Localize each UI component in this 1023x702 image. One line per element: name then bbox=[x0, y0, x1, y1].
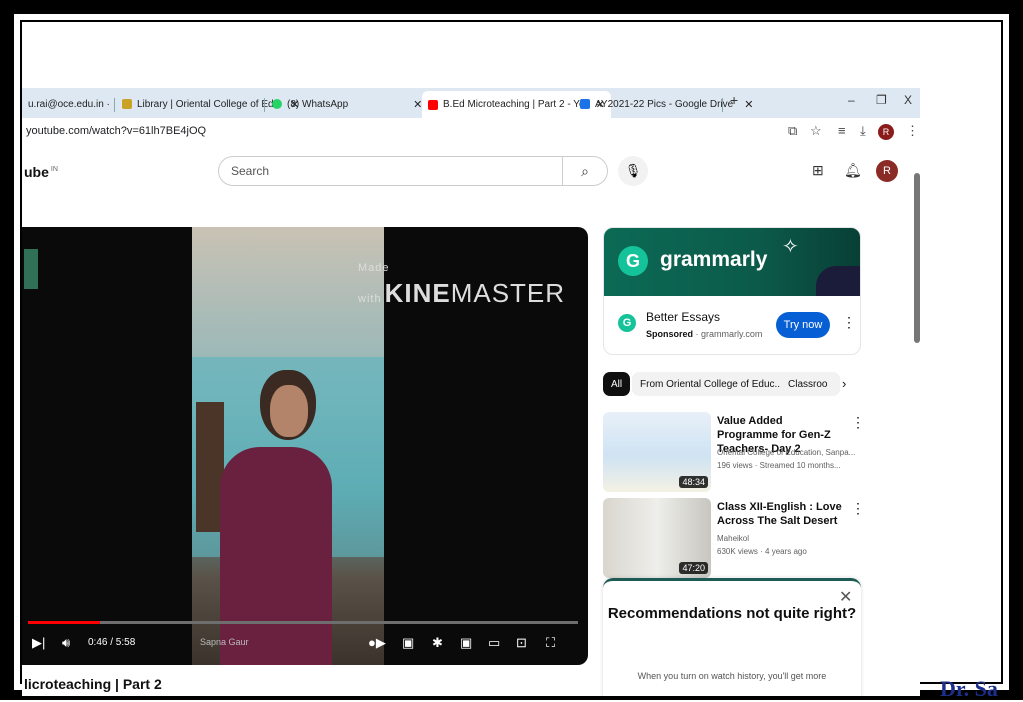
tab-separator bbox=[264, 98, 265, 112]
grammarly-small-icon: G bbox=[618, 314, 636, 332]
tab-label: AY2021-22 Pics - Google Drive bbox=[595, 98, 734, 110]
tab-separator bbox=[114, 98, 115, 112]
tab-label: u.rai@oce.edu.in · bbox=[28, 98, 110, 110]
ad-more-icon[interactable]: ⋮ bbox=[842, 314, 856, 331]
tab-whatsapp[interactable]: (8) WhatsApp ✕ bbox=[266, 92, 428, 116]
sponsored-ad-card[interactable]: G grammarly ✧ G Better Essays Sponsored … bbox=[603, 227, 861, 355]
maximize-button[interactable]: ❐ bbox=[876, 93, 887, 107]
microphone-icon[interactable]: 🎙 bbox=[618, 156, 648, 186]
volume-icon[interactable]: 🔊︎ bbox=[62, 635, 70, 651]
subtitles-icon[interactable]: ▣ bbox=[402, 635, 414, 651]
whatsapp-favicon-icon bbox=[272, 99, 282, 109]
logo-text: ube bbox=[24, 164, 49, 180]
drive-favicon-icon bbox=[580, 99, 590, 109]
close-icon[interactable]: ✕ bbox=[744, 98, 753, 111]
ad-domain: · grammarly.com bbox=[695, 329, 763, 339]
tab-bar: u.rai@oce.edu.in · ✕ Library | Oriental … bbox=[22, 88, 920, 118]
minimize-button[interactable]: – bbox=[848, 93, 855, 107]
video-meta: 196 views · Streamed 10 months... bbox=[717, 461, 841, 470]
close-window-button[interactable]: X bbox=[904, 93, 912, 107]
youtube-header: ube IN Search ⌕ 🎙 ⊞ 🔔︎ R bbox=[22, 146, 920, 196]
try-now-button[interactable]: Try now bbox=[776, 312, 830, 338]
menu-kebab-icon[interactable]: ⋮ bbox=[906, 123, 919, 139]
ad-sponsored-line: Sponsored · grammarly.com bbox=[646, 329, 762, 339]
person-body bbox=[220, 447, 332, 665]
watermark-bold: KINE bbox=[384, 278, 451, 308]
video-meta: 630K views · 4 years ago bbox=[717, 547, 807, 556]
bookmark-star-icon[interactable]: ☆ bbox=[810, 123, 822, 139]
new-tab-button[interactable]: + bbox=[730, 92, 738, 108]
duration-badge: 48:34 bbox=[679, 476, 708, 488]
grammarly-logo-icon: G bbox=[618, 246, 648, 276]
channel-name[interactable]: Oriental College of Education, Sanpa... bbox=[717, 448, 855, 457]
chip-channel[interactable]: From Oriental College of Educ... bbox=[632, 372, 791, 396]
more-options-icon[interactable]: ⋮ bbox=[851, 414, 865, 431]
video-title: licroteaching | Part 2 bbox=[24, 676, 162, 692]
kinemaster-watermark: Made with KINEMASTER bbox=[358, 247, 588, 309]
ad-decoration bbox=[816, 266, 860, 296]
chip-all[interactable]: All bbox=[603, 372, 631, 396]
account-avatar[interactable]: R bbox=[876, 160, 898, 182]
recommended-video[interactable]: 48:34 Value Added Programme for Gen-Z Te… bbox=[603, 412, 873, 496]
college-logo-corner bbox=[24, 249, 38, 289]
profile-avatar[interactable]: R bbox=[878, 124, 894, 140]
library-favicon-icon bbox=[122, 99, 132, 109]
ad-banner[interactable]: G grammarly ✧ bbox=[604, 228, 860, 296]
next-icon[interactable]: ▶| bbox=[32, 635, 45, 651]
progress-bar[interactable] bbox=[28, 621, 578, 624]
video-thumbnail[interactable]: 47:20 bbox=[603, 498, 711, 578]
recommendations-text: When you turn on watch history, you'll g… bbox=[637, 671, 827, 681]
youtube-favicon-icon bbox=[428, 99, 438, 110]
tab-label: B.Ed Microteaching | Part 2 - Yo bbox=[443, 99, 585, 110]
channel-name[interactable]: Maheikol bbox=[717, 534, 749, 543]
sparkle-icon: ✧ bbox=[782, 236, 799, 258]
settings-gear-icon[interactable]: ✱ bbox=[432, 635, 443, 651]
region-code: IN bbox=[50, 166, 58, 174]
video-caption-name: Sapna Gaur bbox=[200, 637, 249, 647]
more-options-icon[interactable]: ⋮ bbox=[851, 500, 865, 517]
video-thumbnail[interactable]: 48:34 bbox=[603, 412, 711, 492]
time-display: 0:46 / 5:58 bbox=[88, 637, 136, 648]
cast-icon[interactable]: ⊡ bbox=[516, 635, 527, 651]
notifications-bell-icon[interactable]: 🔔︎ bbox=[844, 162, 862, 179]
reading-list-icon[interactable]: ≡ bbox=[838, 123, 846, 138]
search-icon[interactable]: ⌕ bbox=[562, 157, 607, 185]
progress-fill bbox=[28, 621, 100, 624]
tab-separator bbox=[722, 98, 723, 112]
create-video-icon[interactable]: ⊞ bbox=[812, 162, 824, 179]
close-icon[interactable]: ✕ bbox=[413, 98, 422, 111]
watermark-rest: MASTER bbox=[450, 278, 566, 308]
recommendations-title: Recommendations not quite right? bbox=[607, 605, 857, 622]
person-face bbox=[270, 385, 308, 437]
install-app-icon[interactable]: ⧉ bbox=[788, 123, 797, 139]
duration-badge: 47:20 bbox=[679, 562, 708, 574]
ad-title: Better Essays bbox=[646, 310, 721, 324]
browser-screenshot: u.rai@oce.edu.in · ✕ Library | Oriental … bbox=[22, 88, 920, 696]
url-field[interactable]: youtube.com/watch?v=61lh7BE4jOQ bbox=[26, 125, 206, 137]
miniplayer-icon[interactable]: ▣ bbox=[460, 635, 472, 651]
tab-label: (8) WhatsApp bbox=[287, 98, 349, 110]
tab-label: Library | Oriental College of Edu bbox=[137, 98, 280, 110]
youtube-logo[interactable]: ube IN bbox=[24, 164, 58, 180]
ad-brand: grammarly bbox=[660, 248, 768, 271]
theater-mode-icon[interactable]: ▭ bbox=[488, 635, 500, 651]
sponsored-label: Sponsored bbox=[646, 329, 694, 339]
recommendations-prompt-card: ✕ Recommendations not quite right? When … bbox=[603, 578, 861, 696]
search-placeholder: Search bbox=[231, 164, 270, 178]
scrollbar-thumb[interactable] bbox=[914, 173, 920, 343]
recommended-video[interactable]: 47:20 Class XII-English : Love Across Th… bbox=[603, 498, 873, 582]
chevron-right-icon[interactable]: › bbox=[842, 376, 846, 391]
search-input[interactable]: Search ⌕ bbox=[218, 156, 608, 186]
author-signature: Dr. Sa bbox=[940, 676, 998, 701]
fullscreen-icon[interactable]: ⛶ bbox=[546, 635, 555, 651]
video-player[interactable]: Made with KINEMASTER ▶| 🔊︎ 0:46 / 5:58 Sa… bbox=[22, 227, 588, 665]
autoplay-toggle-icon[interactable]: ●▶ bbox=[368, 635, 386, 651]
address-bar: youtube.com/watch?v=61lh7BE4jOQ ⧉ ☆ ≡ ⤓ … bbox=[22, 118, 920, 147]
chip-classroom[interactable]: Classroo bbox=[780, 372, 840, 396]
recommended-title[interactable]: Class XII-English : Love Across The Salt… bbox=[717, 500, 843, 528]
download-icon[interactable]: ⤓ bbox=[860, 123, 866, 139]
